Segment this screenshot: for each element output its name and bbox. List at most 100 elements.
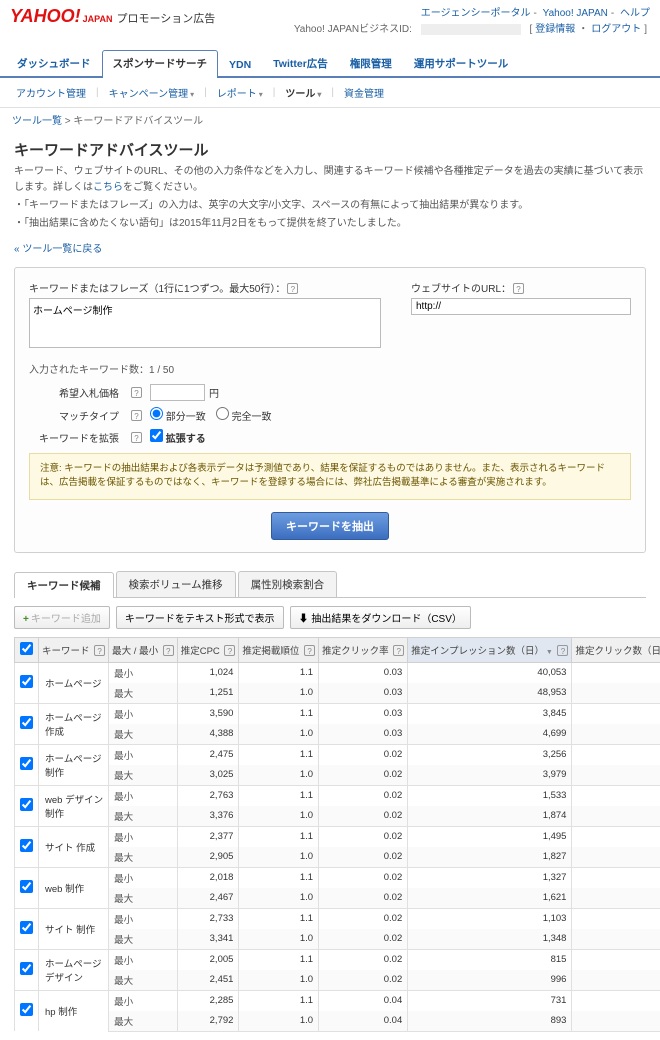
row-keyword: サイト 制作 (39, 908, 109, 949)
subtab-account[interactable]: アカウント管理 (10, 83, 92, 102)
result-tabs: キーワード候補 検索ボリューム推移 属性別検索割合 (14, 571, 646, 598)
row-keyword: ホームページ 作成 (39, 703, 109, 744)
row-max-label: 最大 (109, 724, 178, 745)
link-logout[interactable]: ログアウト (591, 24, 641, 35)
row-min-label: 最小 (109, 826, 178, 847)
row-checkbox[interactable] (15, 908, 39, 949)
tab-ydn[interactable]: YDN (218, 53, 262, 76)
main-tabs: ダッシュボード スポンサードサーチ YDN Twitter広告 権限管理 運用サ… (0, 48, 660, 78)
extract-button[interactable]: キーワードを抽出 (271, 512, 389, 540)
row-max-label: 最大 (109, 765, 178, 786)
bid-label: 希望入札価格 (29, 385, 119, 400)
row-checkbox[interactable] (15, 826, 39, 867)
row-max-label: 最大 (109, 970, 178, 991)
row-keyword: サイト 作成 (39, 826, 109, 867)
row-checkbox[interactable] (15, 703, 39, 744)
row-min-label: 最小 (109, 785, 178, 806)
row-min-label: 最小 (109, 949, 178, 970)
row-keyword: hp 制作 (39, 990, 109, 1031)
match-partial-radio[interactable]: 部分一致 (150, 407, 206, 423)
col-checkbox[interactable] (15, 637, 39, 662)
row-checkbox[interactable] (15, 990, 39, 1031)
logo: YAHOO! JAPAN プロモーション広告 (10, 6, 215, 27)
subtab-report[interactable]: レポート (211, 83, 269, 102)
help-icon[interactable]: ? (513, 283, 524, 294)
row-keyword: ホームページ (39, 662, 109, 703)
url-input[interactable] (411, 298, 631, 315)
page-desc-1: キーワード、ウェブサイトのURL、その他の入力条件などを入力し、関連するキーワー… (14, 164, 646, 196)
col-rank[interactable]: 推定掲載順位 ? (239, 637, 319, 662)
row-keyword: web デザイン 制作 (39, 785, 109, 826)
download-icon: ⬇ (299, 614, 309, 625)
row-min-label: 最小 (109, 990, 178, 1011)
row-min-label: 最小 (109, 908, 178, 929)
col-impressions[interactable]: 推定インプレッション数（日） ? (408, 637, 572, 662)
row-checkbox[interactable] (15, 949, 39, 990)
row-max-label: 最大 (109, 847, 178, 868)
subtab-campaign[interactable]: キャンペーン管理 (103, 83, 201, 102)
row-checkbox[interactable] (15, 867, 39, 908)
row-keyword: ホームページ デザイン (39, 949, 109, 990)
rtab-candidates[interactable]: キーワード候補 (14, 572, 114, 598)
tab-support[interactable]: 運用サポートツール (403, 50, 520, 76)
link-agency[interactable]: エージェンシーポータル (421, 8, 531, 19)
download-csv-button[interactable]: ⬇ 抽出結果をダウンロード（CSV） (290, 606, 471, 629)
tab-permissions[interactable]: 権限管理 (339, 50, 403, 76)
row-checkbox[interactable] (15, 662, 39, 703)
notice-box: 注意: キーワードの抽出結果および各表示データは予測値であり、結果を保証するもの… (29, 453, 631, 500)
row-min-label: 最小 (109, 662, 178, 683)
add-keyword-button[interactable]: +キーワード追加 (14, 606, 110, 629)
row-min-label: 最小 (109, 744, 178, 765)
row-min-label: 最小 (109, 867, 178, 888)
keyword-textarea[interactable]: ホームページ制作 (29, 298, 381, 348)
row-checkbox[interactable] (15, 744, 39, 785)
expand-checkbox[interactable]: 拡張する (150, 429, 206, 445)
results-table: キーワード ? 最大 / 最小 ? 推定CPC ? 推定掲載順位 ? 推定クリッ… (14, 637, 660, 1032)
help-icon[interactable]: ? (131, 410, 142, 421)
col-keyword[interactable]: キーワード ? (39, 637, 109, 662)
match-exact-radio[interactable]: 完全一致 (216, 407, 272, 423)
page-title: キーワードアドバイスツール (14, 139, 646, 160)
page-desc-3: 「抽出結果に含めたくない語句」は2015年11月2日をもって提供を終了いたしまし… (14, 216, 646, 232)
expand-label: キーワードを拡張 (29, 430, 119, 445)
url-label: ウェブサイトのURL：? (411, 280, 631, 295)
link-login-info[interactable]: 登録情報 (535, 24, 575, 35)
row-max-label: 最大 (109, 1011, 178, 1032)
sub-tabs: アカウント管理| キャンペーン管理| レポート| ツール| 資金管理 (0, 78, 660, 107)
form-area: キーワードまたはフレーズ（1行に1つずつ。最大50行）：? ホームページ制作 ウ… (14, 267, 646, 553)
match-label: マッチタイプ (29, 408, 119, 423)
row-max-label: 最大 (109, 929, 178, 950)
tab-sponsored-search[interactable]: スポンサードサーチ (102, 50, 219, 78)
help-icon[interactable]: ? (131, 432, 142, 443)
row-keyword: ホームページ制作 (39, 744, 109, 785)
col-minmax[interactable]: 最大 / 最小 ? (109, 637, 178, 662)
row-checkbox[interactable] (15, 785, 39, 826)
row-max-label: 最大 (109, 888, 178, 909)
tab-twitter[interactable]: Twitter広告 (262, 50, 339, 76)
link-help[interactable]: ヘルプ (620, 8, 650, 19)
rtab-volume[interactable]: 検索ボリューム推移 (116, 571, 236, 597)
rtab-attributes[interactable]: 属性別検索割合 (238, 571, 338, 597)
page-desc-2: 「キーワードまたはフレーズ」の入力は、英字の大文字/小文字、スペースの有無によっ… (14, 198, 646, 214)
subtab-funds[interactable]: 資金管理 (338, 83, 390, 102)
back-link[interactable]: « ツール一覧に戻る (14, 240, 102, 255)
col-clicks[interactable]: 推定クリック数（日） ? (572, 637, 660, 662)
subtab-tool[interactable]: ツール (279, 83, 327, 102)
row-max-label: 最大 (109, 683, 178, 704)
bid-input[interactable] (150, 384, 205, 401)
link-yj[interactable]: Yahoo! JAPAN (543, 8, 608, 19)
tab-dashboard[interactable]: ダッシュボード (6, 50, 102, 76)
row-keyword: web 制作 (39, 867, 109, 908)
show-text-button[interactable]: キーワードをテキスト形式で表示 (116, 606, 284, 629)
link-details[interactable]: こちら (93, 182, 123, 193)
keyword-count: 入力されたキーワード数：1 / 50 (29, 361, 631, 376)
col-ctr[interactable]: 推定クリック率 ? (319, 637, 408, 662)
breadcrumb-tools[interactable]: ツール一覧 (12, 116, 62, 127)
header-links: エージェンシーポータル- Yahoo! JAPAN- ヘルプ Yahoo! JA… (291, 6, 650, 38)
help-icon[interactable]: ? (131, 387, 142, 398)
row-min-label: 最小 (109, 703, 178, 724)
keyword-label: キーワードまたはフレーズ（1行に1つずつ。最大50行）：? (29, 280, 381, 295)
col-cpc[interactable]: 推定CPC ? (177, 637, 239, 662)
help-icon[interactable]: ? (287, 283, 298, 294)
breadcrumb: ツール一覧 > キーワードアドバイスツール (0, 107, 660, 131)
